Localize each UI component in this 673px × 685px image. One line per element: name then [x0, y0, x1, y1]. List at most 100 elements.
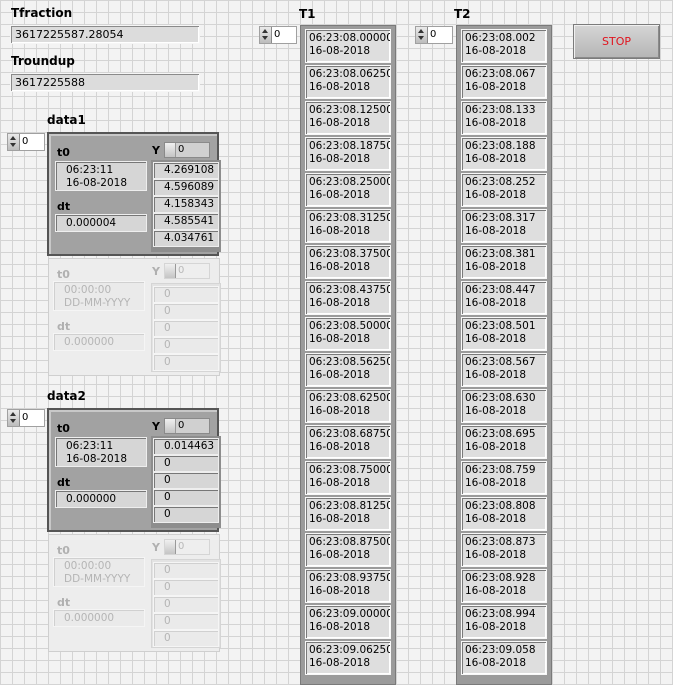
- y-value[interactable]: 0: [153, 320, 219, 337]
- t2-timestamp-element[interactable]: 06:23:08.928 16-08-2018: [461, 569, 547, 603]
- t1-timestamp-element[interactable]: 06:23:08.12500 16-08-2018: [305, 101, 391, 135]
- t1-index-value[interactable]: 0: [274, 29, 280, 40]
- y-value[interactable]: 0: [153, 472, 219, 489]
- t1-timestamp-element[interactable]: 06:23:08.37500 16-08-2018: [305, 245, 391, 279]
- y-value[interactable]: 0: [153, 562, 219, 579]
- increment-decrement-arrows[interactable]: [8, 410, 20, 426]
- t1-timestamp-element[interactable]: 06:23:09.00000 16-08-2018: [305, 605, 391, 639]
- y-value[interactable]: 0: [153, 596, 219, 613]
- t1-timestamp-element[interactable]: 06:23:08.50000 16-08-2018: [305, 317, 391, 351]
- increment-decrement-arrows[interactable]: [416, 27, 428, 43]
- increment-decrement-arrows[interactable]: [260, 27, 272, 43]
- y-value[interactable]: 0: [153, 489, 219, 506]
- t1-timestamp-element[interactable]: 06:23:08.75000 16-08-2018: [305, 461, 391, 495]
- stop-button[interactable]: STOP: [573, 24, 660, 59]
- t1-timestamp-element[interactable]: 06:23:08.68750 16-08-2018: [305, 425, 391, 459]
- t2-timestamp-element[interactable]: 06:23:08.133 16-08-2018: [461, 101, 547, 135]
- t1-timestamp-element[interactable]: 06:23:08.87500 16-08-2018: [305, 533, 391, 567]
- t2-index-control[interactable]: 0: [415, 26, 453, 44]
- t2-timestamp-element[interactable]: 06:23:08.994 16-08-2018: [461, 605, 547, 639]
- data1-waveform-element-empty: t0 00:00:00 DD-MM-YYYY dt 0.000000 Y 0 0…: [48, 258, 221, 376]
- t1-timestamp-element[interactable]: 06:23:08.43750 16-08-2018: [305, 281, 391, 315]
- y-value[interactable]: 0: [153, 613, 219, 630]
- t1-timestamp-date: 16-08-2018: [309, 261, 371, 273]
- increment-decrement-arrows[interactable]: [165, 419, 176, 433]
- t2-index-value[interactable]: 0: [430, 29, 436, 40]
- y-value[interactable]: 4.158343: [153, 196, 219, 213]
- t0-timestamp[interactable]: 00:00:00 DD-MM-YYYY: [53, 281, 145, 311]
- t2-timestamp-element[interactable]: 06:23:08.067 16-08-2018: [461, 65, 547, 99]
- dt-value[interactable]: 0.000000: [53, 333, 145, 351]
- y-index-control[interactable]: 0: [164, 142, 210, 158]
- t1-timestamp-element[interactable]: 06:23:08.06250 16-08-2018: [305, 65, 391, 99]
- y-index-control[interactable]: 0: [164, 418, 210, 434]
- t2-timestamp-element[interactable]: 06:23:08.808 16-08-2018: [461, 497, 547, 531]
- t0-timestamp[interactable]: 06:23:11 16-08-2018: [55, 437, 147, 467]
- increment-decrement-arrows[interactable]: [8, 134, 20, 150]
- t2-timestamp-element[interactable]: 06:23:08.501 16-08-2018: [461, 317, 547, 351]
- data2-index-value[interactable]: 0: [22, 412, 28, 423]
- t1-timestamp-element[interactable]: 06:23:08.25000 16-08-2018: [305, 173, 391, 207]
- t2-timestamp-element[interactable]: 06:23:08.447 16-08-2018: [461, 281, 547, 315]
- y-value[interactable]: 0: [153, 630, 219, 647]
- data1-index-control[interactable]: 0: [7, 133, 45, 151]
- t1-timestamp-element[interactable]: 06:23:09.06250 16-08-2018: [305, 641, 391, 675]
- y-array: 0.014463 0 0 0 0: [151, 436, 221, 528]
- y-value[interactable]: 0: [153, 286, 219, 303]
- y-value[interactable]: 0: [153, 354, 219, 371]
- y-value[interactable]: 4.269108: [153, 162, 219, 179]
- t2-timestamp-element[interactable]: 06:23:08.695 16-08-2018: [461, 425, 547, 459]
- t2-timestamp-element[interactable]: 06:23:08.873 16-08-2018: [461, 533, 547, 567]
- t1-timestamp-element[interactable]: 06:23:08.31250 16-08-2018: [305, 209, 391, 243]
- t2-timestamp-element[interactable]: 06:23:08.381 16-08-2018: [461, 245, 547, 279]
- dt-value[interactable]: 0.000000: [53, 609, 145, 627]
- y-value[interactable]: 0: [153, 455, 219, 472]
- t2-timestamp-element[interactable]: 06:23:09.058 16-08-2018: [461, 641, 547, 675]
- t0-date: DD-MM-YYYY: [64, 297, 131, 309]
- t1-timestamp-date: 16-08-2018: [309, 369, 371, 381]
- increment-decrement-arrows[interactable]: [165, 143, 176, 157]
- y-index-value[interactable]: 0: [178, 265, 184, 276]
- t2-timestamp-date: 16-08-2018: [465, 297, 527, 309]
- t2-timestamp-element[interactable]: 06:23:08.252 16-08-2018: [461, 173, 547, 207]
- data1-index-value[interactable]: 0: [22, 136, 28, 147]
- t1-timestamp-element[interactable]: 06:23:08.18750 16-08-2018: [305, 137, 391, 171]
- t2-timestamp-element[interactable]: 06:23:08.317 16-08-2018: [461, 209, 547, 243]
- y-index-value[interactable]: 0: [178, 541, 184, 552]
- data2-index-control[interactable]: 0: [7, 409, 45, 427]
- increment-decrement-arrows[interactable]: [165, 264, 176, 278]
- y-index-control[interactable]: 0: [164, 263, 210, 279]
- y-index-control[interactable]: 0: [164, 539, 210, 555]
- y-index-value[interactable]: 0: [178, 144, 184, 155]
- y-value[interactable]: 0: [153, 579, 219, 596]
- y-value[interactable]: 0: [153, 506, 219, 523]
- y-value[interactable]: 0: [153, 337, 219, 354]
- t1-timestamp-date: 16-08-2018: [309, 585, 371, 597]
- dt-value[interactable]: 0.000000: [55, 490, 147, 508]
- t0-timestamp[interactable]: 06:23:11 16-08-2018: [55, 161, 147, 191]
- increment-decrement-arrows[interactable]: [165, 540, 176, 554]
- t2-timestamp-element[interactable]: 06:23:08.759 16-08-2018: [461, 461, 547, 495]
- t1-timestamp-element[interactable]: 06:23:08.81250 16-08-2018: [305, 497, 391, 531]
- y-value[interactable]: 0: [153, 303, 219, 320]
- y-value[interactable]: 0.014463: [153, 438, 219, 455]
- y-value[interactable]: 4.596089: [153, 179, 219, 196]
- t1-timestamp-time: 06:23:08.62500: [309, 392, 391, 404]
- t1-timestamp-element[interactable]: 06:23:08.00000 16-08-2018: [305, 29, 391, 63]
- t1-timestamp-element[interactable]: 06:23:08.62500 16-08-2018: [305, 389, 391, 423]
- y-value[interactable]: 4.034761: [153, 230, 219, 247]
- tfraction-label: Tfraction: [11, 6, 73, 20]
- dt-value[interactable]: 0.000004: [55, 214, 147, 232]
- t0-timestamp[interactable]: 00:00:00 DD-MM-YYYY: [53, 557, 145, 587]
- t1-timestamp-element[interactable]: 06:23:08.93750 16-08-2018: [305, 569, 391, 603]
- t2-timestamp-element[interactable]: 06:23:08.002 16-08-2018: [461, 29, 547, 63]
- t1-index-control[interactable]: 0: [259, 26, 297, 44]
- t2-timestamp-element[interactable]: 06:23:08.188 16-08-2018: [461, 137, 547, 171]
- y-value[interactable]: 4.585541: [153, 213, 219, 230]
- t2-timestamp-element[interactable]: 06:23:08.567 16-08-2018: [461, 353, 547, 387]
- y-index-value[interactable]: 0: [178, 420, 184, 431]
- t1-timestamp-date: 16-08-2018: [309, 549, 371, 561]
- t2-timestamp-time: 06:23:08.317: [465, 212, 536, 224]
- t1-timestamp-element[interactable]: 06:23:08.56250 16-08-2018: [305, 353, 391, 387]
- t2-timestamp-element[interactable]: 06:23:08.630 16-08-2018: [461, 389, 547, 423]
